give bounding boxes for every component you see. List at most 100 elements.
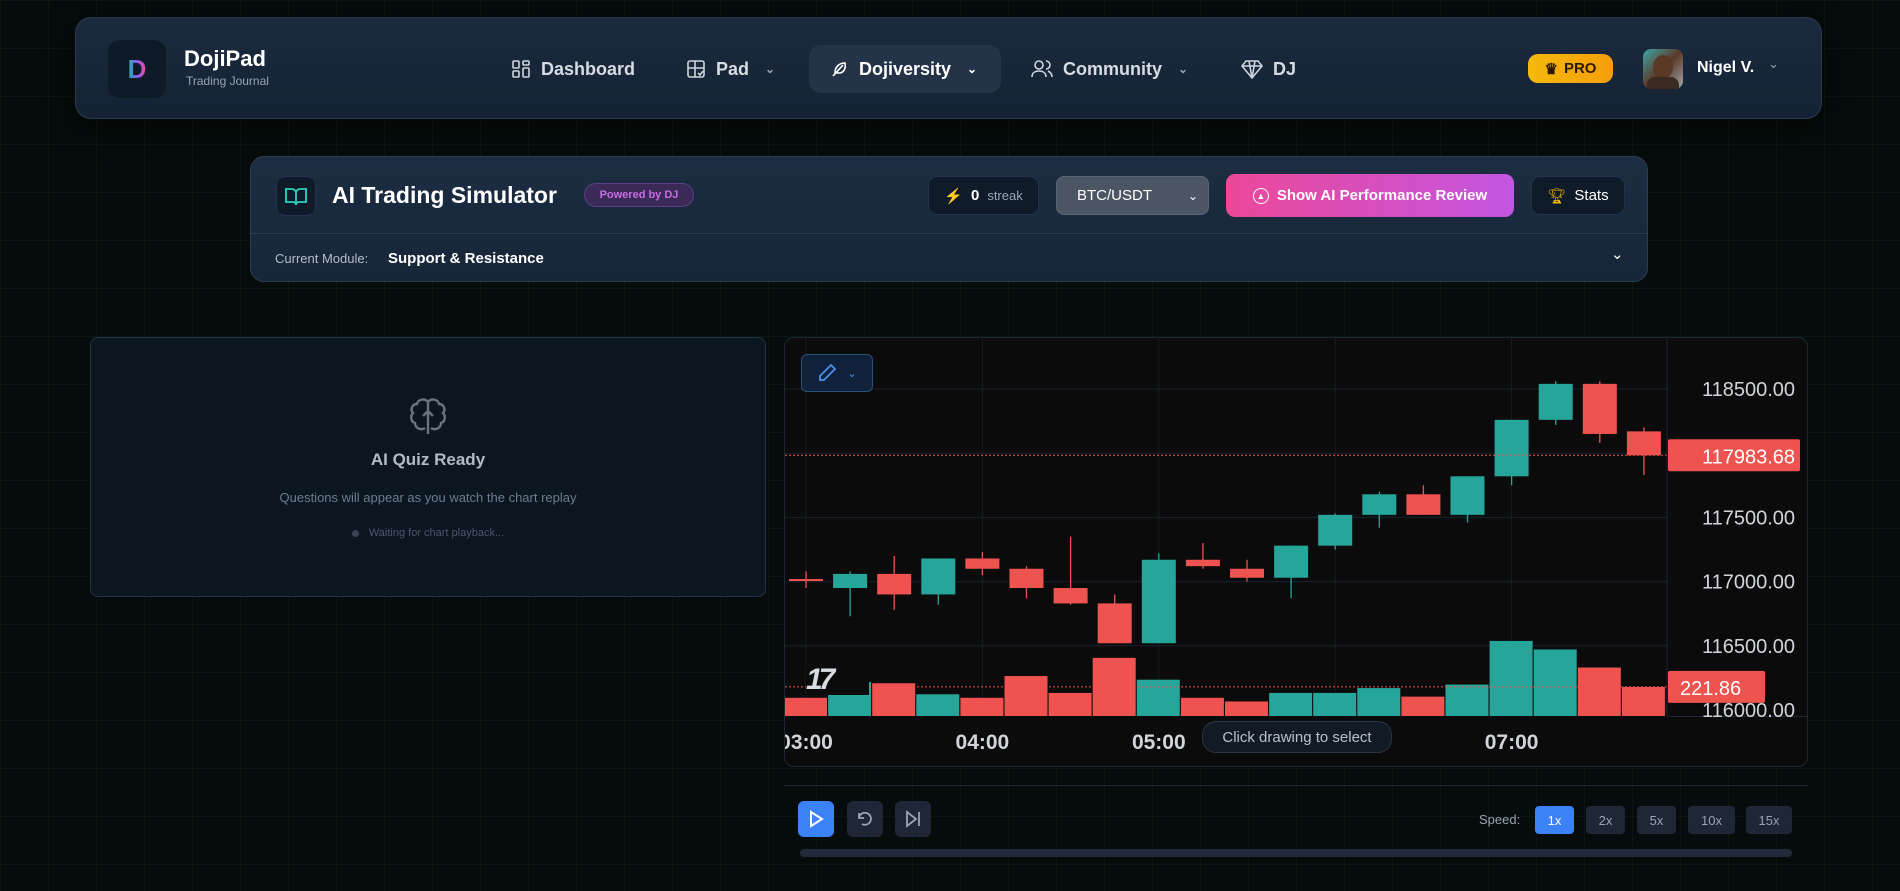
logo[interactable]: D (108, 40, 166, 98)
candle-body (877, 573, 912, 595)
user-menu-chevron-icon[interactable]: ⌄ (1768, 56, 1779, 72)
price-tick-label: 117000.00 (1702, 572, 1795, 594)
candle-body (1318, 514, 1353, 546)
tradingview-logo[interactable]: 17 (806, 665, 869, 695)
chart-canvas[interactable]: 118500.00 117500.00 117000.00 116500.00 1160… (785, 338, 1808, 767)
speed-15x[interactable]: 15x (1746, 806, 1792, 834)
volume-bar (1533, 649, 1577, 716)
quiz-status-text: Waiting for chart playback... (368, 527, 505, 539)
nav-pad-label: Pad (716, 58, 750, 79)
stats-button[interactable]: 🏆︎ Stats (1531, 176, 1625, 215)
candle-body (1053, 588, 1088, 604)
nav-dj[interactable]: DJ (1241, 56, 1296, 82)
candle-body (1582, 383, 1617, 434)
candlestick-chart[interactable]: 118500.00 117500.00 117000.00 116500.00 1160… (784, 337, 1808, 767)
speed-5x[interactable]: 5x (1637, 806, 1676, 834)
time-axis-label: 05:00 (1132, 731, 1186, 754)
quiz-status: Waiting for chart playback... (91, 527, 765, 539)
speed-2x[interactable]: 2x (1586, 806, 1625, 834)
nav-dashboard[interactable]: Dashboard (511, 56, 635, 82)
controls-divider (784, 785, 1808, 786)
pair-select[interactable]: BTC/USDT ⌄ (1056, 176, 1209, 215)
time-axis-label: 03:00 (785, 731, 833, 754)
candle-body (1494, 419, 1529, 477)
chevron-down-icon: ⌄ (1178, 62, 1189, 76)
nav-dojiversity[interactable]: Dojiversity ⌄ (809, 45, 1001, 93)
logo-letter: D (127, 53, 147, 84)
nav-dashboard-label: Dashboard (541, 58, 636, 79)
volume-bar (1269, 692, 1313, 716)
volume-bar (960, 697, 1004, 716)
chevron-down-icon: ⌄ (765, 62, 776, 76)
chevron-down-icon: ⌄ (847, 367, 857, 380)
divider (251, 233, 1647, 234)
skip-forward-icon (906, 810, 920, 828)
candle-body (833, 573, 868, 589)
drawing-tool-button[interactable]: ⌄ (801, 354, 873, 392)
price-tick-label: 116500.00 (1702, 636, 1795, 658)
candle-body (1626, 431, 1661, 456)
candle-body (1097, 603, 1132, 644)
restart-button[interactable] (847, 801, 883, 837)
module-value[interactable]: Support & Resistance (388, 250, 544, 267)
candle-body (1141, 559, 1176, 644)
crown-icon: ♛ (1544, 60, 1558, 78)
stats-label: Stats (1574, 187, 1609, 204)
price-tick-label: 117500.00 (1702, 507, 1795, 529)
last-price-label: 117983.68 (1702, 446, 1795, 468)
show-ai-review-button[interactable]: ▲ Show AI Performance Review (1226, 174, 1514, 217)
volume-bar (1357, 688, 1401, 716)
nav-community[interactable]: Community ⌄ (1031, 56, 1188, 82)
speed-10x[interactable]: 10x (1688, 806, 1735, 834)
candle-body (1230, 568, 1264, 578)
brain-icon (410, 398, 446, 434)
nav-dojiversity-label: Dojiversity (859, 58, 952, 79)
volume-bar (1401, 696, 1445, 716)
volume-bar (1180, 697, 1224, 716)
users-icon (1031, 60, 1053, 78)
user-name[interactable]: Nigel V. (1697, 59, 1754, 77)
step-forward-button[interactable] (895, 801, 931, 837)
nav-dj-label: DJ (1273, 58, 1297, 79)
show-ai-review-label: Show AI Performance Review (1276, 187, 1488, 204)
play-button[interactable] (798, 801, 834, 837)
speed-label: Speed: (1479, 812, 1521, 827)
diamond-icon (1241, 60, 1263, 79)
quiz-subtitle: Questions will appear as you watch the c… (279, 490, 577, 505)
volume-bar (872, 683, 916, 716)
volume-bar (1577, 667, 1621, 716)
feather-icon (832, 62, 847, 77)
play-icon (810, 810, 824, 828)
chevron-down-icon: ⌄ (1187, 188, 1198, 203)
rotate-ccw-icon (858, 811, 872, 826)
ai-quiz-panel: AI Quiz Ready Questions will appear as y… (90, 337, 766, 597)
nav-pad[interactable]: Pad ⌄ (686, 56, 775, 82)
volume-bar (1004, 676, 1048, 716)
playback-progress-bar[interactable] (800, 849, 1792, 857)
trophy-icon: 🏆︎ (1547, 187, 1567, 205)
streak-counter: ⚡ 0 streak (928, 176, 1039, 215)
pair-select-value: BTC/USDT (1077, 187, 1152, 204)
streak-value: 0 (970, 187, 980, 204)
volume-bar (1313, 692, 1357, 716)
last-volume-label: 221.86 (1680, 678, 1741, 700)
nav-community-label: Community (1063, 58, 1162, 79)
avatar[interactable] (1643, 49, 1683, 89)
layout-check-icon (687, 60, 705, 78)
volume-bar (1445, 684, 1489, 716)
speed-1x[interactable]: 1x (1535, 806, 1574, 834)
candle-body (1406, 494, 1441, 515)
pro-badge[interactable]: ♛ PRO (1528, 54, 1613, 83)
powered-by-badge: Powered by DJ (584, 183, 694, 207)
candle-body (1009, 568, 1044, 589)
module-chevron-icon[interactable]: ⌄ (1611, 245, 1624, 263)
volume-bar (1225, 701, 1268, 716)
candle-body (1450, 476, 1485, 515)
brand-subtitle: Trading Journal (186, 74, 269, 88)
pro-label: PRO (1563, 60, 1597, 77)
brand-name[interactable]: DojiPad (184, 46, 266, 72)
streak-label: streak (987, 188, 1023, 203)
volume-bar (1489, 640, 1533, 716)
ai-icon: ▲ (1252, 187, 1269, 204)
volume-bar (916, 694, 960, 716)
